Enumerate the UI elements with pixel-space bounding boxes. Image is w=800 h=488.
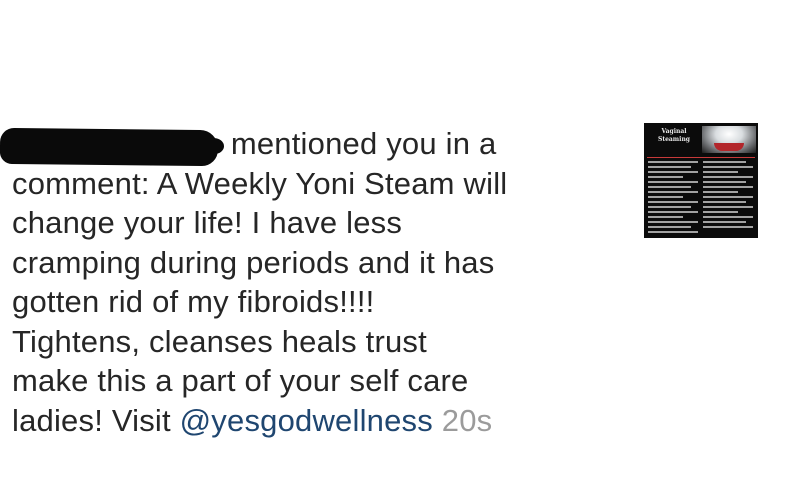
mention-link[interactable]: @yesgodwellness <box>180 403 433 438</box>
comment-line: make this a part of your self care <box>12 363 469 398</box>
thumbnail-text-column <box>703 161 753 231</box>
thumbnail-title: Vaginal Steaming <box>658 128 690 143</box>
timestamp: 20s <box>441 402 493 438</box>
thumbnail-text-column <box>648 161 698 236</box>
comment-line: change your life! I have less <box>12 205 403 240</box>
comment-line: mentioned you in a <box>230 126 497 161</box>
comment-line: comment: A Weekly Yoni Steam will <box>12 165 508 201</box>
divider <box>647 157 755 158</box>
comment-line: Tightens, cleanses heals trust <box>12 323 427 359</box>
username-placeholder <box>12 144 222 154</box>
bowl-image <box>714 143 744 151</box>
comment-line: gotten rid of my fibroids!!!! <box>12 284 375 319</box>
comment-notification[interactable]: mentioned you in a comment: A Weekly Yon… <box>0 0 800 488</box>
post-thumbnail[interactable]: Vaginal Steaming <box>644 123 758 238</box>
comment-line: cramping during periods and it has <box>12 244 495 280</box>
comment-line: ladies! Visit <box>12 402 180 438</box>
comment-text: mentioned you in a comment: A Weekly Yon… <box>12 124 612 440</box>
